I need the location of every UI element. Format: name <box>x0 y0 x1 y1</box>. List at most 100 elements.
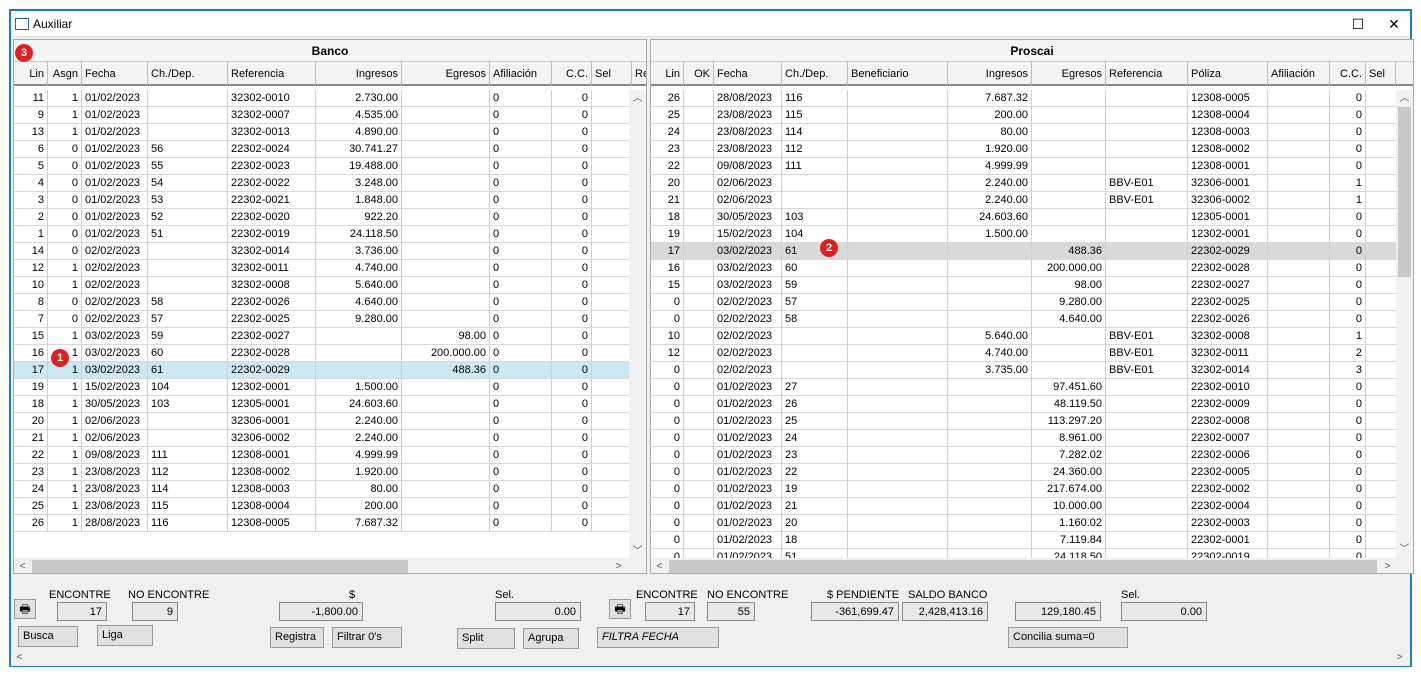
scroll-thumb[interactable] <box>1398 107 1411 277</box>
banco-col-header[interactable]: Ingresos <box>316 62 402 86</box>
table-row[interactable]: 4 0 01/02/2023 54 22302-0022 3.248.00 0 0 <box>14 175 646 192</box>
scroll-right-icon[interactable]: > <box>610 558 627 573</box>
table-row[interactable]: 20 02/06/2023 2.240.00 BBV-E01 32306-0001 1 <box>651 175 1396 192</box>
table-row[interactable]: 24 1 23/08/2023 114 12308-0003 80.00 0 0 <box>14 481 646 498</box>
proscai-hscrollbar[interactable]: < > <box>651 558 1413 573</box>
table-row[interactable]: 15 1 03/02/2023 59 22302-0027 98.00 0 0 <box>14 328 646 345</box>
table-row[interactable]: 1 0 01/02/2023 51 22302-0019 24.118.50 0 0 <box>14 226 646 243</box>
table-row[interactable]: 0 01/02/2023 25 113.297.20 22302-0008 0 <box>651 413 1396 430</box>
proscai-col-header[interactable]: Ingresos <box>948 62 1032 86</box>
registra-button[interactable]: Registra <box>270 627 324 648</box>
banco-vscrollbar[interactable]: ︿ ﹀ <box>629 90 646 560</box>
liga-button[interactable]: Liga <box>97 625 153 646</box>
proscai-col-header[interactable]: Ch./Dep. <box>782 62 848 86</box>
table-row[interactable]: 0 01/02/2023 22 24.360.00 22302-0005 0 <box>651 464 1396 481</box>
scroll-left-icon[interactable]: < <box>11 649 28 666</box>
scroll-down-icon[interactable]: ﹀ <box>1396 541 1413 558</box>
scroll-left-icon[interactable]: < <box>14 558 31 573</box>
print-banco-button[interactable]: 🖶 <box>14 599 36 619</box>
scroll-right-icon[interactable]: > <box>1391 649 1408 666</box>
scroll-thumb[interactable] <box>669 560 1377 573</box>
scroll-up-icon[interactable]: ︿ <box>629 90 646 107</box>
banco-col-header[interactable]: Afiliación <box>490 62 552 86</box>
banco-col-header[interactable]: Asgn <box>48 62 82 86</box>
table-row[interactable]: 22 09/08/2023 111 4.999.99 12308-0001 0 <box>651 158 1396 175</box>
banco-col-header[interactable]: Lin <box>14 62 48 86</box>
banco-col-header[interactable]: Referencia <box>228 62 316 86</box>
table-row[interactable]: 8 0 02/02/2023 58 22302-0026 4.640.00 0 0 <box>14 294 646 311</box>
table-row[interactable]: 26 1 28/08/2023 116 12308-0005 7.687.32 0 0 <box>14 515 646 532</box>
banco-col-header[interactable]: Egresos <box>402 62 490 86</box>
table-row[interactable]: 0 02/02/2023 57 9.280.00 22302-0025 0 <box>651 294 1396 311</box>
print-proscai-button[interactable]: 🖶 <box>609 599 631 619</box>
close-button[interactable]: ✕ <box>1383 14 1405 34</box>
table-row[interactable]: 0 01/02/2023 26 48.119.50 22302-0009 0 <box>651 396 1396 413</box>
table-row[interactable]: 14 0 02/02/2023 32302-0014 3.736.00 0 0 <box>14 243 646 260</box>
table-row[interactable]: 24 23/08/2023 114 80.00 12308-0003 0 <box>651 124 1396 141</box>
table-row[interactable]: 3 0 01/02/2023 53 22302-0021 1.848.00 0 0 <box>14 192 646 209</box>
agrupa-button[interactable]: Agrupa <box>523 628 579 649</box>
table-row[interactable]: 0 02/02/2023 58 4.640.00 22302-0026 0 <box>651 311 1396 328</box>
table-row[interactable]: 25 1 23/08/2023 115 12308-0004 200.00 0 0 <box>14 498 646 515</box>
table-row[interactable]: 26 28/08/2023 116 7.687.32 12308-0005 0 <box>651 90 1396 107</box>
proscai-col-header[interactable]: OK <box>684 62 714 86</box>
table-row[interactable]: 0 01/02/2023 20 1.160.02 22302-0003 0 <box>651 515 1396 532</box>
table-row[interactable]: 0 01/02/2023 18 7.119.84 22302-0001 0 <box>651 532 1396 549</box>
table-row[interactable]: 10 02/02/2023 5.640.00 BBV-E01 32302-0008 1 <box>651 328 1396 345</box>
concilia-suma-button[interactable]: Concilia suma=0 <box>1008 627 1128 648</box>
banco-hscrollbar[interactable]: < > <box>14 558 646 573</box>
table-row[interactable]: 16 03/02/2023 60 200.000.00 22302-0028 0 <box>651 260 1396 277</box>
proscai-col-header[interactable]: Afiliación <box>1268 62 1330 86</box>
table-row[interactable]: 6 0 01/02/2023 56 22302-0024 30.741.27 0 0 <box>14 141 646 158</box>
proscai-col-header[interactable]: Referencia <box>1106 62 1188 86</box>
table-row[interactable]: 19 1 15/02/2023 104 12302-0001 1.500.00 0 0 <box>14 379 646 396</box>
table-row[interactable]: 17 1 03/02/2023 61 22302-0029 488.36 0 0 <box>14 362 646 379</box>
table-row[interactable]: 23 1 23/08/2023 112 12308-0002 1.920.00 0 0 <box>14 464 646 481</box>
banco-col-header[interactable]: C.C. <box>552 62 592 86</box>
maximize-button[interactable]: ☐ <box>1347 14 1369 34</box>
banco-col-header[interactable]: Fecha <box>82 62 148 86</box>
proscai-vscrollbar[interactable]: ︿ ﹀ <box>1396 90 1413 558</box>
scroll-up-icon[interactable]: ︿ <box>1396 90 1413 107</box>
table-row[interactable]: 19 15/02/2023 104 1.500.00 12302-0001 0 <box>651 226 1396 243</box>
table-row[interactable]: 21 02/06/2023 2.240.00 BBV-E01 32306-0002 1 <box>651 192 1396 209</box>
window-hscrollbar[interactable]: < > <box>11 649 1410 666</box>
banco-col-header[interactable]: Re <box>632 62 646 86</box>
table-row[interactable]: 17 03/02/2023 61 488.36 22302-0029 0 <box>651 243 1396 260</box>
proscai-col-header[interactable]: Póliza <box>1188 62 1268 86</box>
table-row[interactable]: 0 01/02/2023 23 7.282.02 22302-0006 0 <box>651 447 1396 464</box>
table-row[interactable]: 0 01/02/2023 19 217.674.00 22302-0002 0 <box>651 481 1396 498</box>
table-row[interactable]: 0 02/02/2023 3.735.00 BBV-E01 32302-0014 3 <box>651 362 1396 379</box>
table-row[interactable]: 5 0 01/02/2023 55 22302-0023 19.488.00 0 0 <box>14 158 646 175</box>
table-row[interactable]: 23 23/08/2023 112 1.920.00 12308-0002 0 <box>651 141 1396 158</box>
table-row[interactable]: 0 01/02/2023 21 10.000.00 22302-0004 0 <box>651 498 1396 515</box>
table-row[interactable]: 10 1 02/02/2023 32302-0008 5.640.00 0 0 <box>14 277 646 294</box>
table-row[interactable]: 18 1 30/05/2023 103 12305-0001 24.603.60 0 0 <box>14 396 646 413</box>
table-row[interactable]: 12 02/02/2023 4.740.00 BBV-E01 32302-0011 2 <box>651 345 1396 362</box>
table-row[interactable]: 11 1 01/02/2023 32302-0010 2.730.00 0 0 <box>14 90 646 107</box>
filtrar-ceros-button[interactable]: Filtrar 0's <box>332 627 402 648</box>
table-row[interactable]: 21 1 02/06/2023 32306-0002 2.240.00 0 0 <box>14 430 646 447</box>
proscai-col-header[interactable]: Fecha <box>714 62 782 86</box>
table-row[interactable]: 0 01/02/2023 27 97.451.60 22302-0010 0 <box>651 379 1396 396</box>
table-row[interactable]: 12 1 02/02/2023 32302-0011 4.740.00 0 0 <box>14 260 646 277</box>
proscai-col-header[interactable]: Lin <box>651 62 684 86</box>
table-row[interactable]: 25 23/08/2023 115 200.00 12308-0004 0 <box>651 107 1396 124</box>
banco-col-header[interactable]: Ch./Dep. <box>148 62 228 86</box>
scroll-right-icon[interactable]: > <box>1379 558 1396 573</box>
proscai-col-header[interactable]: C.C. <box>1330 62 1366 86</box>
busca-button[interactable]: Busca <box>18 626 78 647</box>
table-row[interactable]: 2 0 01/02/2023 52 22302-0020 922.20 0 0 <box>14 209 646 226</box>
table-row[interactable]: 15 03/02/2023 59 98.00 22302-0027 0 <box>651 277 1396 294</box>
scroll-thumb[interactable] <box>32 560 408 573</box>
split-button[interactable]: Split <box>457 628 515 649</box>
table-row[interactable]: 0 01/02/2023 24 8.961.00 22302-0007 0 <box>651 430 1396 447</box>
table-row[interactable]: 13 1 01/02/2023 32302-0013 4.890.00 0 0 <box>14 124 646 141</box>
banco-col-header[interactable]: Sel <box>592 62 632 86</box>
table-row[interactable]: 9 1 01/02/2023 32302-0007 4.535.00 0 0 <box>14 107 646 124</box>
table-row[interactable]: 16 1 03/02/2023 60 22302-0028 200.000.00 0 0 <box>14 345 646 362</box>
table-row[interactable]: 7 0 02/02/2023 57 22302-0025 9.280.00 0 0 <box>14 311 646 328</box>
scroll-left-icon[interactable]: < <box>651 558 668 573</box>
filtra-fecha-button[interactable]: FILTRA FECHA <box>597 627 719 648</box>
proscai-col-header[interactable]: Egresos <box>1032 62 1106 86</box>
